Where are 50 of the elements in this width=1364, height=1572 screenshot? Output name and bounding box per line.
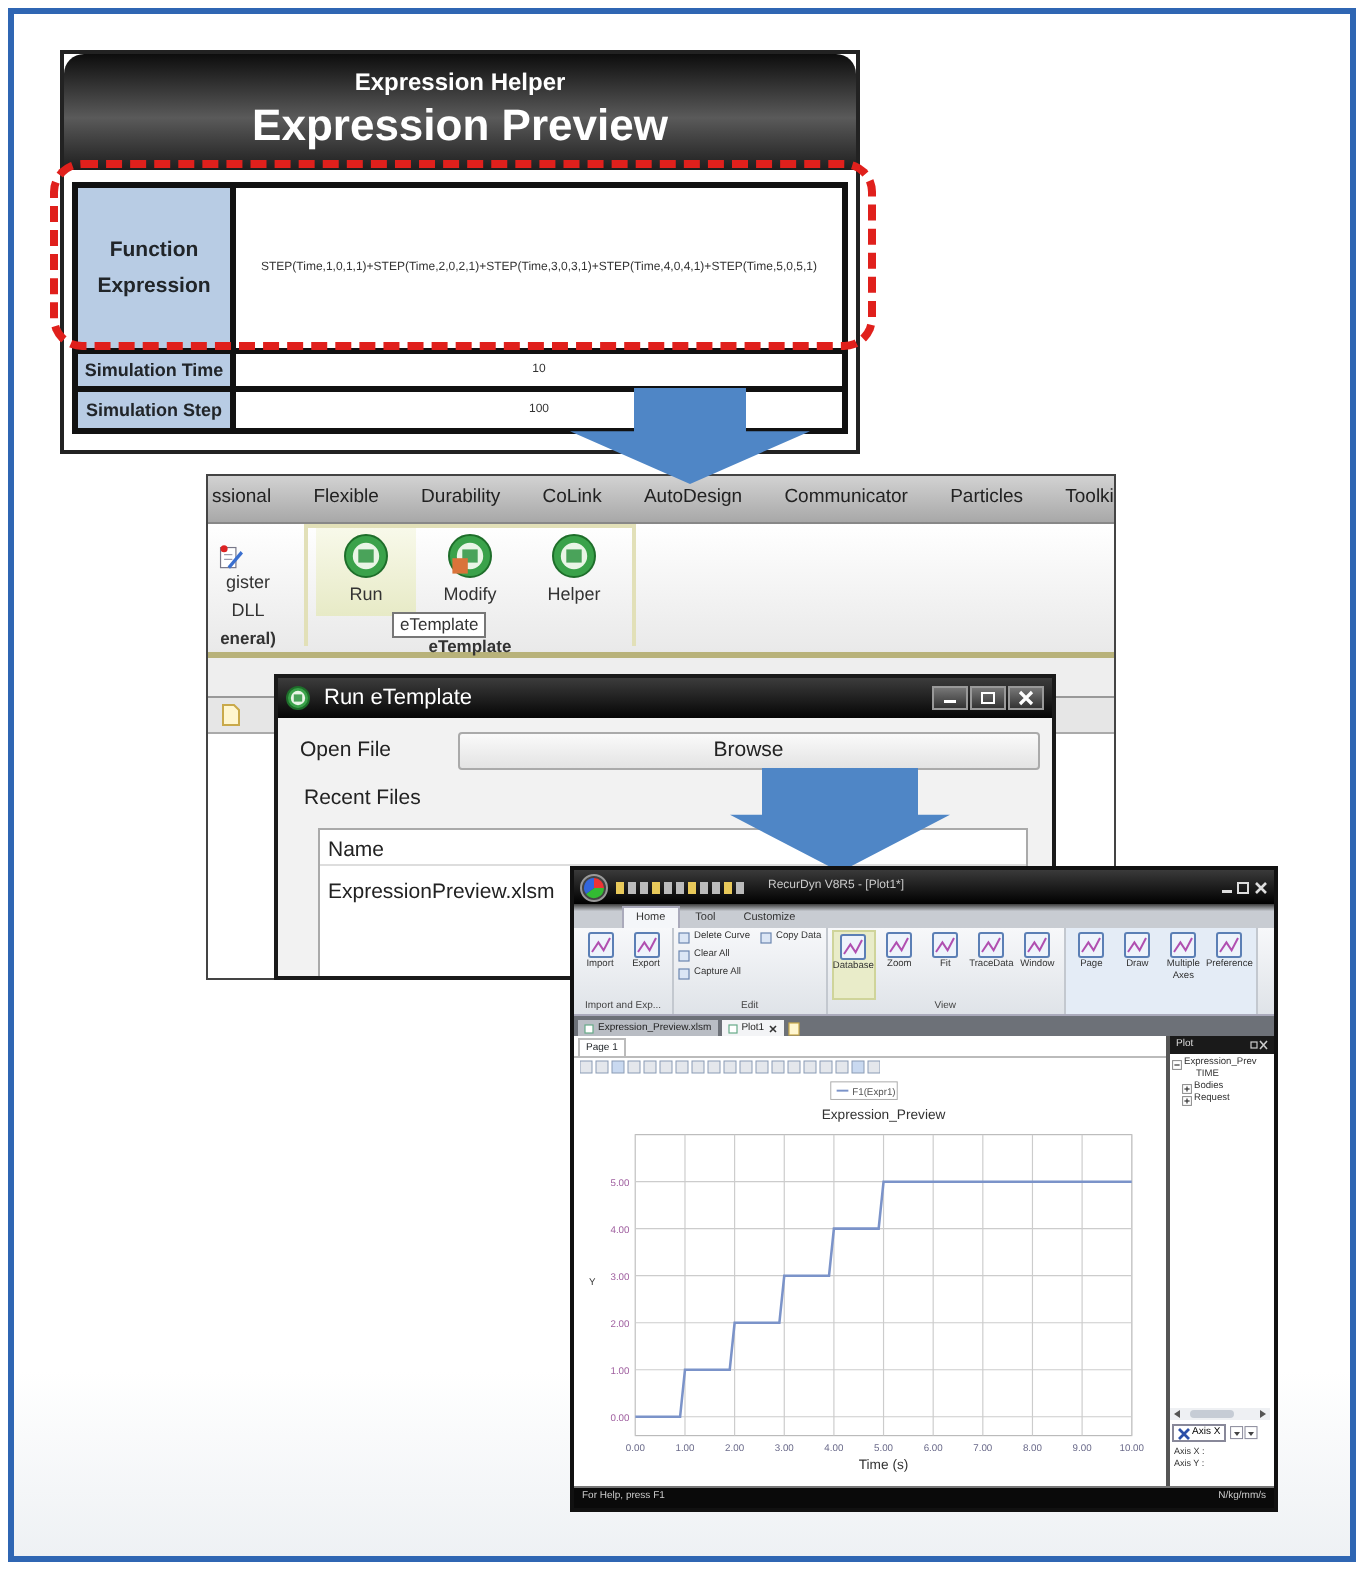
orb-icon	[552, 534, 596, 578]
pin-close-icon	[1250, 1040, 1268, 1050]
minimize-button[interactable]	[932, 686, 968, 710]
ribbon-tab[interactable]: Particles	[950, 484, 1024, 514]
document-icon	[788, 1022, 801, 1036]
table-cell: Function Expression	[78, 188, 230, 348]
graph-icon	[978, 932, 1005, 958]
document-icon	[222, 704, 240, 726]
banner-title: Expression Preview	[250, 98, 670, 152]
orb-icon	[344, 534, 388, 578]
expand-icon[interactable]	[1182, 1083, 1192, 1093]
ribbon-button[interactable]: Run	[316, 528, 416, 616]
graph-icon	[633, 932, 659, 958]
list-item[interactable]: ExpressionPreview.xlsm	[328, 877, 555, 909]
dropdown-buttons-drawing	[1230, 1426, 1259, 1440]
register-button[interactable]: gister DLL	[208, 540, 288, 628]
graph-icon	[886, 932, 913, 958]
group-label: eneral)	[220, 628, 276, 648]
ribbon-tab[interactable]: CoLink	[542, 484, 602, 514]
ribbon-tab[interactable]: Toolki	[1065, 484, 1114, 514]
close-button[interactable]	[1008, 686, 1044, 710]
ribbon-tab[interactable]: AutoDesign	[643, 484, 743, 514]
close-icon	[768, 1023, 779, 1033]
ribbon-tab[interactable]: Communicator	[784, 484, 908, 514]
orb-icon	[448, 534, 492, 578]
graph-icon	[932, 932, 959, 958]
orb-icon	[286, 686, 310, 710]
x-mark-icon	[1178, 1427, 1190, 1439]
browse-button[interactable]: Browse	[457, 732, 1040, 770]
dialog-title: Run eTemplate	[324, 683, 472, 714]
graph-icon	[587, 932, 613, 958]
ribbon-button[interactable]: Helper	[524, 528, 624, 616]
ribbon-tab[interactable]: ssional	[212, 484, 272, 514]
banner-subtitle: Expression Helper	[352, 68, 568, 98]
ribbon-tab[interactable]: Flexible	[313, 484, 379, 514]
section-label: Recent Files	[304, 784, 423, 814]
window-controls-drawing	[1220, 879, 1268, 895]
expand-icon[interactable]	[1182, 1095, 1192, 1105]
collapse-icon[interactable]	[1172, 1059, 1182, 1069]
tooltip: eTemplate	[392, 612, 487, 638]
field-label: Open File	[300, 735, 392, 766]
graph-icon	[1024, 932, 1051, 958]
table-cell: Simulation Time	[78, 354, 230, 386]
graph-icon	[840, 934, 867, 960]
quick-access-toolbar-drawing	[616, 879, 748, 895]
maximize-button[interactable]	[970, 686, 1006, 710]
group-label: eTemplate	[428, 636, 512, 656]
ribbon-tab[interactable]: Durability	[421, 484, 501, 514]
app-orb-icon	[580, 873, 608, 901]
table-cell: Simulation Step	[78, 392, 230, 428]
